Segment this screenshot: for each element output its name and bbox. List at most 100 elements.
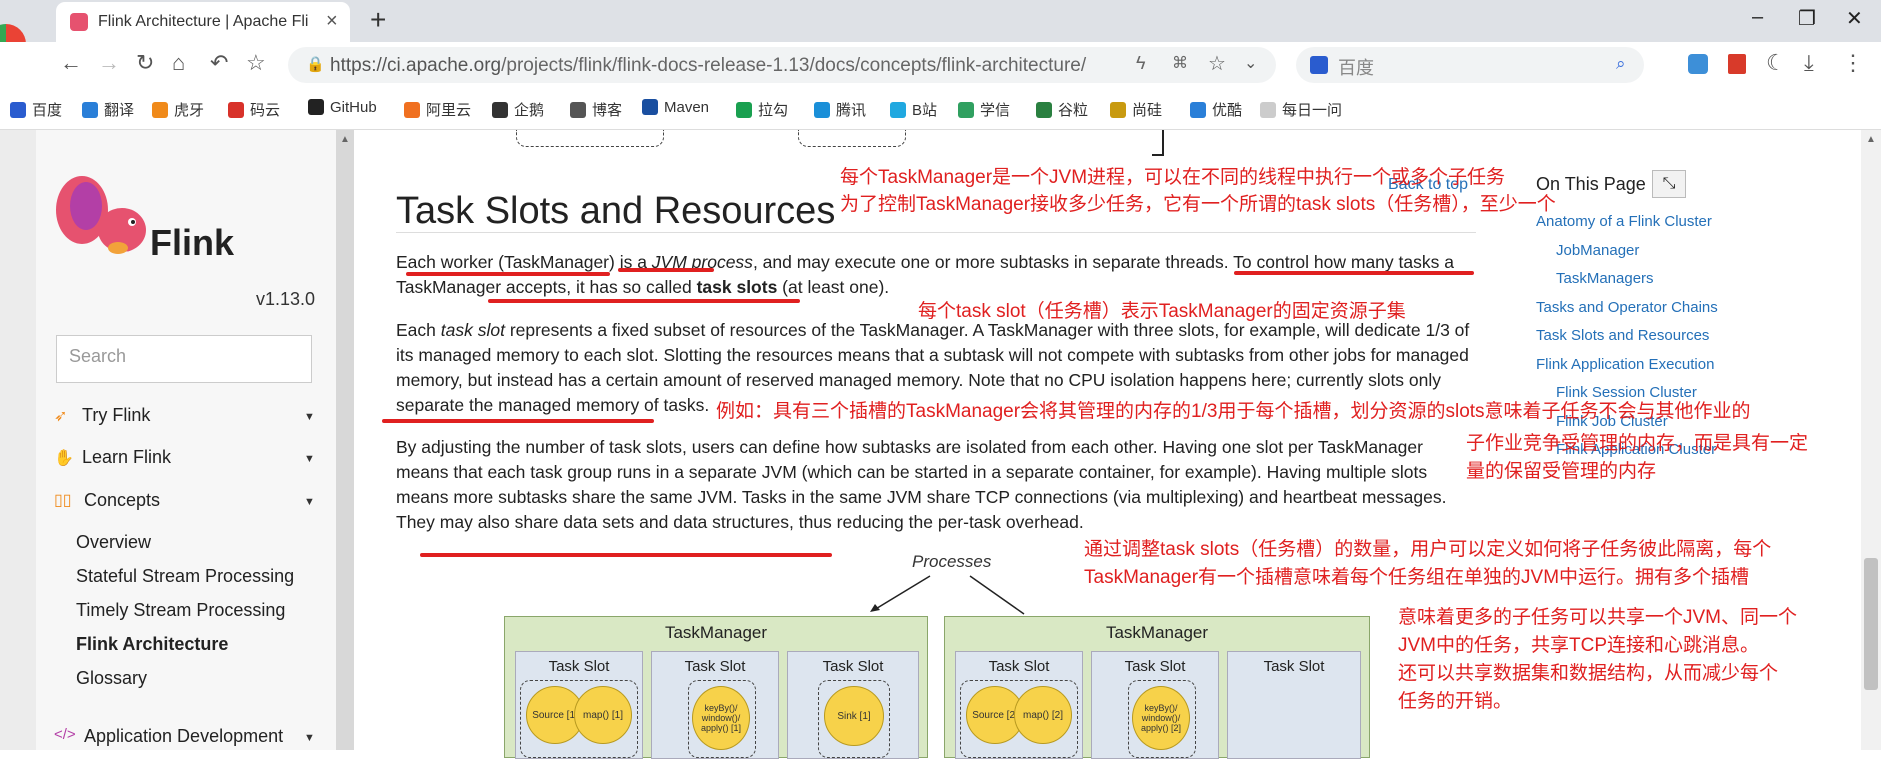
bookmark-item[interactable]: 百度	[10, 99, 62, 120]
translate-ext-icon[interactable]	[1688, 54, 1708, 74]
toc-link[interactable]: Tasks and Operator Chains	[1536, 299, 1718, 316]
bookmark-label: 优酷	[1212, 102, 1243, 119]
browser-tab[interactable]: Flink Architecture | Apache Flink ×	[56, 2, 350, 42]
bookmark-item[interactable]: 码云	[228, 99, 280, 120]
dark-mode-icon[interactable]: ☾	[1766, 50, 1786, 76]
chevron-down-icon[interactable]: ▼	[304, 496, 315, 508]
home-icon[interactable]: ⌂	[172, 50, 185, 76]
task-slot: Task Slot	[1227, 651, 1361, 759]
bookmark-favicon-icon	[308, 99, 324, 115]
close-window-button[interactable]: ✕	[1846, 6, 1863, 31]
search-placeholder: 百度	[1338, 58, 1374, 78]
bookmark-label: 拉勾	[758, 102, 789, 119]
toc-link[interactable]: JobManager	[1556, 242, 1639, 259]
operator-map: map() [2]	[1014, 686, 1072, 744]
minimize-button[interactable]: –	[1752, 6, 1763, 29]
toc-collapse-button[interactable]: ⤡	[1652, 170, 1686, 198]
bookmark-item[interactable]: 学信	[958, 99, 1010, 120]
operator-keyby-window-apply: keyBy()/ window()/ apply() [2]	[1132, 686, 1190, 750]
star-icon[interactable]: ☆	[246, 50, 266, 76]
bookmark-item[interactable]: 翻译	[82, 99, 134, 120]
scrollbar-thumb[interactable]	[1864, 558, 1878, 690]
sidebar-item-flink-architecture[interactable]: Flink Architecture	[76, 634, 228, 655]
annotation-underline	[618, 268, 714, 272]
diagram-fragment	[516, 130, 664, 147]
undo-icon[interactable]: ↶	[210, 50, 228, 76]
search-icon[interactable]: ⌕	[1616, 54, 1626, 74]
search-box[interactable]: 百度 ⌕	[1296, 47, 1644, 83]
task-slot: Task Slot keyBy()/ window()/ apply() [1]	[651, 651, 779, 759]
operator-sink: Sink [1]	[824, 686, 884, 746]
toc-link[interactable]: Task Slots and Resources	[1536, 327, 1709, 344]
task-slot-label: Task Slot	[1124, 658, 1186, 675]
annotation-underline	[406, 272, 610, 276]
pdf-ext-icon[interactable]	[1728, 54, 1746, 74]
download-icon[interactable]: ⤓	[1804, 50, 1814, 76]
new-tab-button[interactable]: +	[370, 4, 386, 36]
bookmark-label: Maven	[664, 99, 710, 116]
annotation-text: 子作业竞争受管理的内存，而是具有一定	[1466, 433, 1809, 454]
task-slot: Task Slot Source [1] map() [1]	[515, 651, 643, 759]
scroll-up-icon[interactable]: ▲	[340, 134, 350, 145]
bookmark-item[interactable]: 虎牙	[152, 99, 204, 120]
sidebar-item-overview[interactable]: Overview	[76, 532, 151, 553]
sidebar-scrollbar[interactable]	[336, 130, 354, 750]
sidebar-item-concepts[interactable]: Concepts	[84, 490, 160, 511]
bookmark-label: 学信	[980, 102, 1011, 119]
bookmark-item[interactable]: 拉勾	[736, 99, 788, 120]
bookmark-label: 每日一问	[1282, 102, 1343, 119]
annotation-text: 意味着更多的子任务可以共享一个JVM、同一个	[1398, 607, 1798, 628]
sidebar-item-application-development[interactable]: Application Development	[84, 726, 283, 747]
translate-icon[interactable]: ⌘	[1172, 53, 1188, 73]
scroll-up-icon[interactable]: ▲	[1866, 134, 1876, 145]
chevron-down-icon[interactable]: ▼	[304, 411, 315, 423]
chevron-down-icon[interactable]: ▼	[304, 732, 315, 744]
sidebar-item-timely-stream-processing[interactable]: Timely Stream Processing	[76, 600, 285, 621]
sidebar-item-learn-flink[interactable]: Learn Flink	[82, 447, 171, 468]
toc-link[interactable]: Flink Application Execution	[1536, 356, 1714, 373]
annotation-underline	[488, 299, 800, 303]
maximize-button[interactable]: ❐	[1798, 6, 1816, 31]
toc-link[interactable]: TaskManagers	[1556, 270, 1654, 287]
bookmark-item[interactable]: 博客	[570, 99, 622, 120]
bookmark-item[interactable]: GitHub	[308, 99, 377, 116]
back-icon[interactable]: ←	[60, 50, 82, 76]
address-bar[interactable]: 🔒 https://ci.apache.org/projects/flink/f…	[288, 47, 1276, 83]
bookmark-favicon-icon	[958, 102, 974, 118]
lightning-icon[interactable]: ϟ	[1136, 53, 1146, 74]
compress-icon: ⤡	[1662, 175, 1676, 192]
bookmarks-list: 百度 翻译 虎牙 码云 GitHub 阿里云 企鹅 博客 Maven 拉勾 腾讯 B站 学信 谷粒 尚硅 优酷…	[0, 89, 1881, 129]
bookmark-label: 百度	[32, 102, 63, 119]
bookmark-item[interactable]: 谷粒	[1036, 99, 1088, 120]
bookmark-star-icon[interactable]: ☆	[1208, 51, 1226, 76]
bookmark-item[interactable]: 优酷	[1190, 99, 1242, 120]
brand-name[interactable]: Flink	[150, 222, 234, 264]
annotation-underline	[1234, 271, 1474, 275]
toc-link[interactable]: Anatomy of a Flink Cluster	[1536, 213, 1712, 230]
reload-icon[interactable]: ↻	[136, 50, 154, 76]
task-slot: Task Slot keyBy()/ window()/ apply() [2]	[1091, 651, 1219, 759]
sidebar-search-input[interactable]: Search	[56, 335, 312, 383]
chevron-down-icon[interactable]: ▼	[304, 453, 315, 465]
close-tab-icon[interactable]: ×	[326, 10, 338, 33]
bookmark-item[interactable]: 每日一问	[1260, 99, 1342, 120]
sidebar-item-stateful-stream-processing[interactable]: Stateful Stream Processing	[76, 566, 294, 587]
bookmark-favicon-icon	[1190, 102, 1206, 118]
forward-icon[interactable]: →	[98, 50, 120, 76]
chevron-down-icon[interactable]: ⌄	[1244, 53, 1257, 73]
annotation-text: 每个task slot（任务槽）表示TaskManager的固定资源子集	[918, 301, 1406, 322]
task-slot: Task Slot Source [2] map() [2]	[955, 651, 1083, 759]
bookmark-item[interactable]: B站	[890, 99, 937, 120]
sidebar-item-try-flink[interactable]: Try Flink	[82, 405, 150, 426]
bookmark-item[interactable]: 企鹅	[492, 99, 544, 120]
bookmark-item[interactable]: 腾讯	[814, 99, 866, 120]
bookmark-favicon-icon	[570, 102, 586, 118]
sidebar-item-glossary[interactable]: Glossary	[76, 668, 147, 689]
bookmark-item[interactable]: 尚硅	[1110, 99, 1162, 120]
bookmark-favicon-icon	[492, 102, 508, 118]
menu-icon[interactable]: ⋮	[1842, 50, 1864, 76]
bookmark-favicon-icon	[890, 102, 906, 118]
bookmark-label: 博客	[592, 102, 623, 119]
bookmark-item[interactable]: 阿里云	[404, 99, 471, 120]
bookmark-item[interactable]: Maven	[642, 99, 709, 116]
